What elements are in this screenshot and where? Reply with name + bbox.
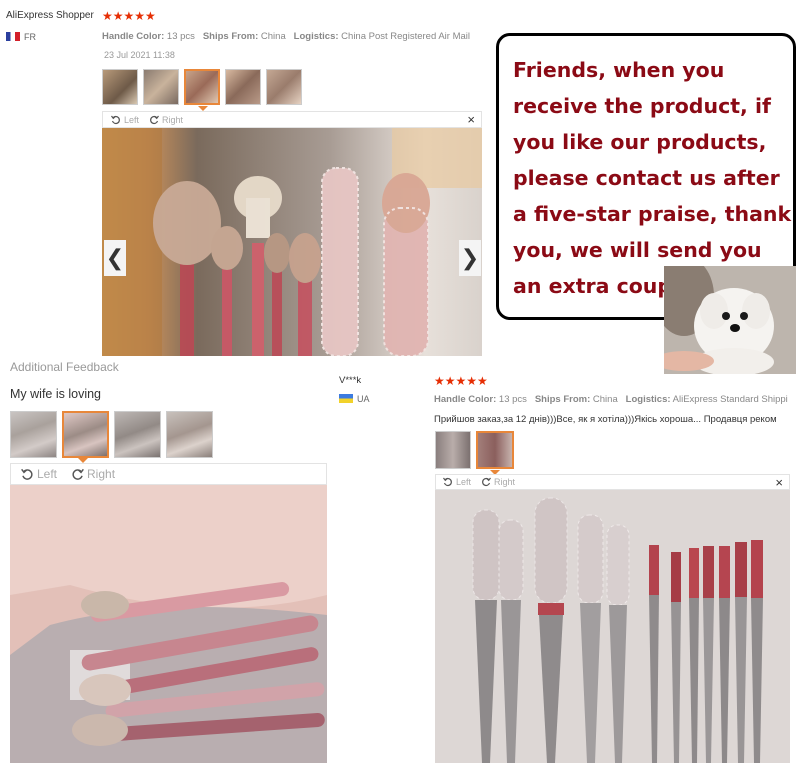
image-viewer-toolbar: Left Right	[10, 463, 327, 485]
rotate-right-label: Right	[87, 467, 116, 481]
country-code: UA	[357, 394, 370, 404]
dog-photo	[654, 256, 796, 376]
rotate-right-button[interactable]: Right	[149, 115, 183, 125]
rotate-left-icon	[21, 468, 33, 480]
handle-color-value: 13 pcs	[166, 31, 195, 42]
next-image-button[interactable]: ❯	[459, 240, 481, 276]
rotate-right-icon	[482, 477, 491, 487]
brush-set-illustration	[102, 128, 482, 356]
rotate-left-label: Left	[37, 467, 58, 481]
review-text: Прийшов заказ,за 12 днів)))Все, як я хот…	[434, 414, 777, 425]
review-thumbnail[interactable]	[166, 411, 213, 458]
rating-stars: ★★★★★	[102, 9, 156, 23]
review-date: 23 Jul 2021 11:38	[104, 50, 175, 60]
reviewer-country: UA	[339, 394, 370, 404]
image-viewer-toolbar: Left Right ×	[102, 111, 482, 128]
review-photo-brushes	[102, 128, 482, 356]
close-viewer-button[interactable]: ×	[467, 112, 475, 127]
country-code: FR	[24, 32, 36, 42]
ships-from-label: Ships From:	[534, 394, 591, 405]
additional-feedback-title: Additional Feedback	[10, 360, 119, 374]
rotate-right-label: Right	[162, 114, 184, 125]
ships-from-value: China	[260, 31, 286, 42]
logistics-value: China Post Registered Air Mail	[341, 31, 471, 42]
review-sku-info: Handle Color: 13 pcs Ships From: China L…	[434, 394, 800, 405]
reviewer-name: AliExpress Shopper	[6, 10, 94, 21]
brush-bag-illustration	[10, 485, 327, 763]
rotate-right-icon	[72, 468, 84, 480]
ships-from-label: Ships From:	[202, 31, 259, 42]
additional-feedback-text: My wife is loving	[10, 387, 101, 401]
image-viewer-toolbar: Left Right ×	[435, 474, 790, 490]
logistics-label: Logistics:	[625, 394, 671, 405]
rotate-left-button[interactable]: Left	[443, 477, 471, 487]
reviewer-country: FR	[6, 32, 36, 42]
white-dog-illustration	[654, 256, 796, 376]
review-photo-brushes-lineup	[435, 490, 790, 763]
reviewer-name: V***k	[339, 375, 362, 386]
rotate-left-icon	[111, 115, 120, 124]
france-flag-icon	[6, 32, 20, 41]
rotate-right-label: Right	[494, 477, 516, 487]
logistics-value: AliExpress Standard Shippi	[672, 394, 788, 405]
brush-lineup-illustration	[435, 490, 790, 763]
additional-thumbnails	[10, 411, 213, 458]
rotate-left-label: Left	[124, 114, 140, 125]
review-thumbnails	[102, 69, 302, 105]
rotate-right-icon	[150, 115, 159, 124]
review-thumbnail[interactable]	[266, 69, 302, 105]
review-thumbnail[interactable]	[102, 69, 138, 105]
review-thumbnail-active[interactable]	[62, 411, 109, 458]
rotate-left-icon	[443, 477, 452, 487]
logistics-label: Logistics:	[293, 31, 339, 42]
review-thumbnail[interactable]	[10, 411, 57, 458]
handle-color-value: 13 pcs	[498, 394, 527, 405]
review-sku-info: Handle Color: 13 pcs Ships From: China L…	[102, 31, 470, 42]
review-thumbnail[interactable]	[225, 69, 261, 105]
review-thumbnail-active[interactable]	[184, 69, 220, 105]
handle-color-label: Handle Color:	[102, 31, 165, 42]
rotate-left-button[interactable]: Left	[21, 467, 57, 481]
review-thumbnail[interactable]	[143, 69, 179, 105]
rotate-right-button[interactable]: Right	[71, 467, 115, 481]
rating-stars: ★★★★★	[434, 374, 488, 388]
rotate-right-button[interactable]: Right	[481, 477, 515, 487]
ukraine-flag-icon	[339, 394, 353, 403]
handle-color-label: Handle Color:	[434, 394, 497, 405]
review-thumbnail-active[interactable]	[476, 431, 514, 469]
review-photo-brushes-pink-bag	[10, 485, 327, 763]
rotate-left-label: Left	[456, 477, 472, 487]
review-thumbnail[interactable]	[114, 411, 161, 458]
review-thumbnails	[435, 431, 514, 469]
review-thumbnail[interactable]	[435, 431, 471, 469]
rotate-left-button[interactable]: Left	[111, 115, 139, 125]
previous-image-button[interactable]: ❮	[104, 240, 126, 276]
close-viewer-button[interactable]: ×	[775, 475, 783, 490]
ships-from-value: China	[592, 394, 618, 405]
